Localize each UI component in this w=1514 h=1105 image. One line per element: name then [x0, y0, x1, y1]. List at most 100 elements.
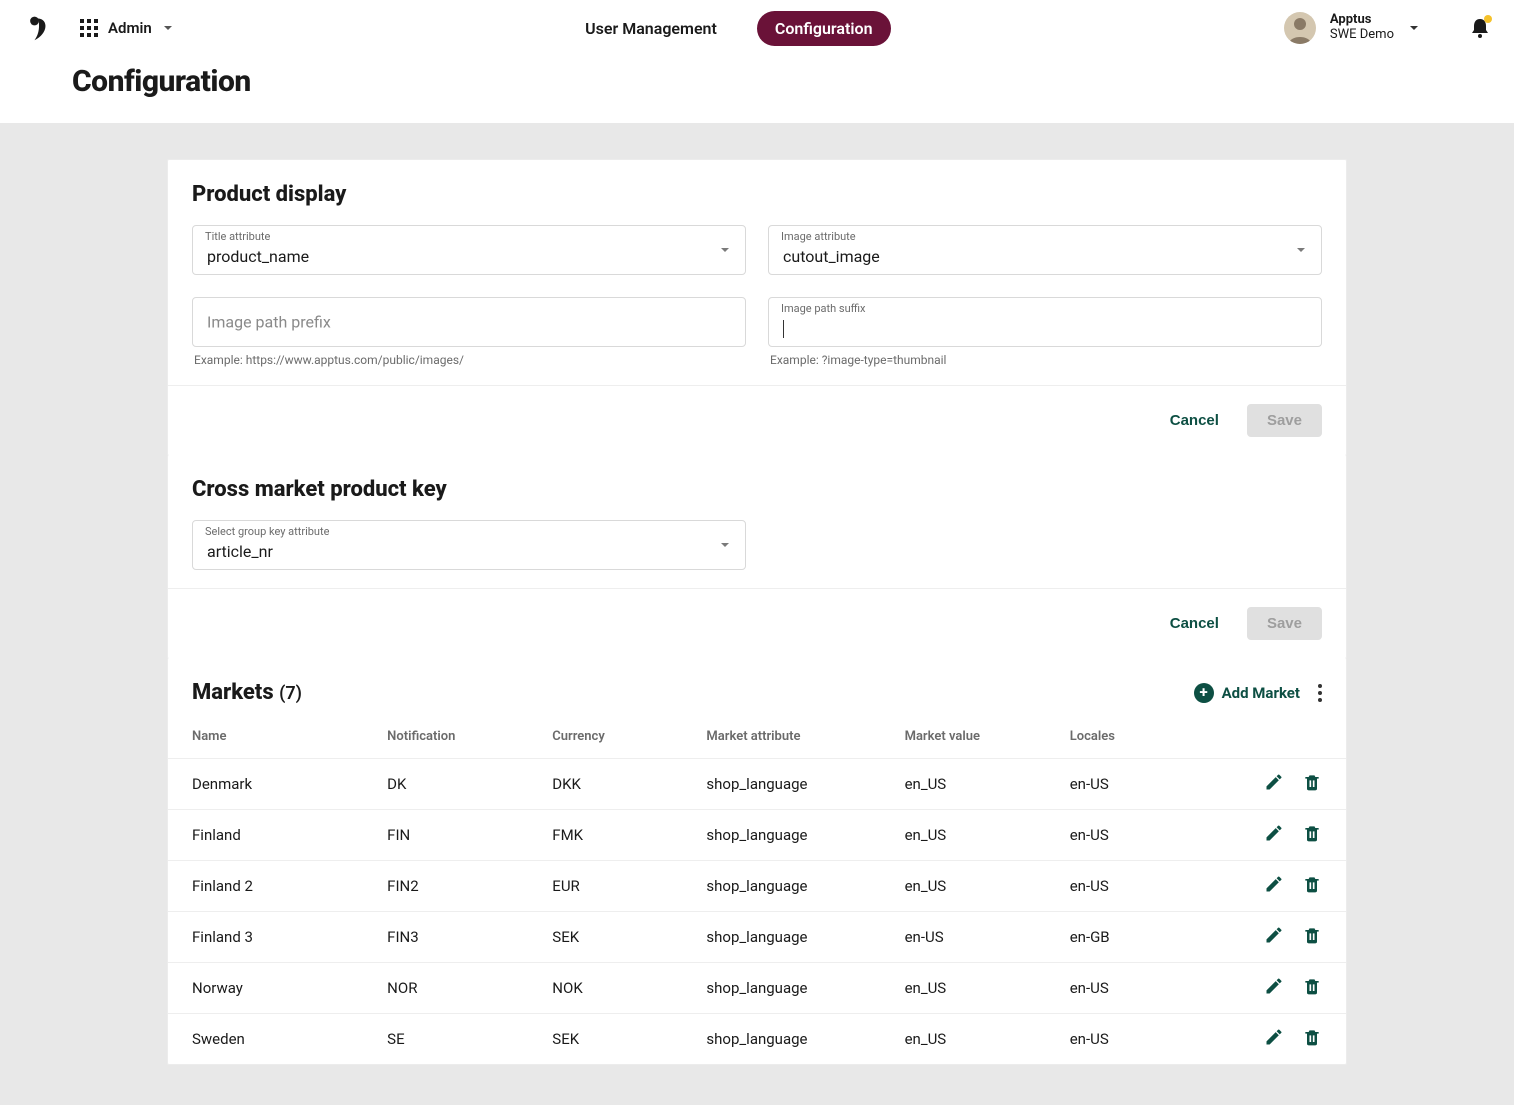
cell-market-attribute: shop_language — [696, 1014, 894, 1065]
cell-market-value: en_US — [895, 963, 1060, 1014]
app-switcher[interactable]: Admin — [80, 19, 174, 37]
more-options-button[interactable] — [1318, 684, 1322, 702]
delete-icon[interactable] — [1302, 772, 1322, 792]
page-title: Configuration — [72, 64, 1490, 99]
app-switcher-label: Admin — [108, 19, 152, 37]
image-path-suffix-input[interactable]: Image path suffix — [768, 297, 1322, 347]
cell-market-attribute: shop_language — [696, 861, 894, 912]
cell-market-attribute: shop_language — [696, 912, 894, 963]
delete-icon[interactable] — [1302, 823, 1322, 843]
avatar[interactable] — [1284, 12, 1316, 44]
table-row: DenmarkDKDKKshop_languageen_USen-US — [168, 759, 1346, 810]
field-value: article_nr — [207, 542, 273, 561]
nav-configuration[interactable]: Configuration — [757, 11, 891, 46]
th-locales[interactable]: Locales — [1060, 715, 1225, 759]
field-label: Image attribute — [781, 230, 856, 243]
cell-locales: en-GB — [1060, 912, 1225, 963]
user-env: SWE Demo — [1330, 28, 1394, 43]
apps-grid-icon — [80, 19, 98, 37]
table-row: SwedenSESEKshop_languageen_USen-US — [168, 1014, 1346, 1065]
markets-title: Markets (7) — [192, 680, 302, 705]
cross-market-title: Cross market product key — [192, 477, 1322, 502]
cancel-button[interactable]: Cancel — [1158, 404, 1231, 437]
chevron-down-icon[interactable] — [1408, 22, 1420, 34]
add-market-button[interactable]: + Add Market — [1194, 683, 1300, 703]
field-value: product_name — [207, 247, 309, 266]
cell-currency: SEK — [542, 1014, 696, 1065]
title-attribute-select[interactable]: Title attribute product_name — [192, 225, 746, 275]
edit-icon[interactable] — [1264, 976, 1284, 996]
chevron-down-icon — [162, 22, 174, 34]
field-label: Image path prefix — [207, 313, 331, 332]
brand-logo[interactable] — [24, 14, 52, 42]
th-market-attribute[interactable]: Market attribute — [696, 715, 894, 759]
chevron-down-icon — [719, 539, 731, 551]
plus-circle-icon: + — [1194, 683, 1214, 703]
table-row: NorwayNORNOKshop_languageen_USen-US — [168, 963, 1346, 1014]
cell-notification: FIN — [377, 810, 542, 861]
cell-name: Sweden — [168, 1014, 377, 1065]
cross-market-panel: Cross market product key Select group ke… — [167, 455, 1347, 659]
cell-currency: FMK — [542, 810, 696, 861]
table-row: Finland 2FIN2EURshop_languageen_USen-US — [168, 861, 1346, 912]
cell-locales: en-US — [1060, 861, 1225, 912]
cell-currency: DKK — [542, 759, 696, 810]
cell-market-value: en_US — [895, 861, 1060, 912]
cell-name: Norway — [168, 963, 377, 1014]
cell-market-value: en_US — [895, 810, 1060, 861]
cell-locales: en-US — [1060, 810, 1225, 861]
th-notification[interactable]: Notification — [377, 715, 542, 759]
field-label: Title attribute — [205, 230, 270, 243]
edit-icon[interactable] — [1264, 823, 1284, 843]
cell-market-attribute: shop_language — [696, 759, 894, 810]
delete-icon[interactable] — [1302, 925, 1322, 945]
cell-notification: NOR — [377, 963, 542, 1014]
user-menu[interactable]: Apptus SWE Demo — [1330, 13, 1394, 43]
notifications-button[interactable] — [1470, 17, 1490, 39]
image-path-prefix-input[interactable]: Image path prefix — [192, 297, 746, 347]
table-row: FinlandFINFMKshop_languageen_USen-US — [168, 810, 1346, 861]
cell-currency: NOK — [542, 963, 696, 1014]
product-display-panel: Product display Title attribute product_… — [167, 159, 1347, 456]
edit-icon[interactable] — [1264, 1027, 1284, 1047]
field-label: Select group key attribute — [205, 525, 329, 538]
cell-market-attribute: shop_language — [696, 810, 894, 861]
cell-locales: en-US — [1060, 759, 1225, 810]
cell-name: Finland 3 — [168, 912, 377, 963]
cell-notification: FIN2 — [377, 861, 542, 912]
edit-icon[interactable] — [1264, 874, 1284, 894]
cell-locales: en-US — [1060, 1014, 1225, 1065]
field-value: cutout_image — [783, 247, 880, 266]
th-currency[interactable]: Currency — [542, 715, 696, 759]
product-display-title: Product display — [192, 182, 1322, 207]
chevron-down-icon — [719, 244, 731, 256]
cell-locales: en-US — [1060, 963, 1225, 1014]
helper-text: Example: https://www.apptus.com/public/i… — [194, 353, 744, 367]
th-name[interactable]: Name — [168, 715, 377, 759]
main-nav: User Management Configuration — [174, 11, 1284, 46]
image-attribute-select[interactable]: Image attribute cutout_image — [768, 225, 1322, 275]
save-button[interactable]: Save — [1247, 404, 1322, 437]
save-button[interactable]: Save — [1247, 607, 1322, 640]
delete-icon[interactable] — [1302, 976, 1322, 996]
cell-notification: SE — [377, 1014, 542, 1065]
delete-icon[interactable] — [1302, 1027, 1322, 1047]
markets-table: Name Notification Currency Market attrib… — [168, 715, 1346, 1064]
markets-count: (7) — [279, 683, 302, 704]
field-label: Image path suffix — [781, 302, 866, 315]
nav-user-management[interactable]: User Management — [567, 11, 735, 46]
edit-icon[interactable] — [1264, 772, 1284, 792]
cell-currency: SEK — [542, 912, 696, 963]
th-market-value[interactable]: Market value — [895, 715, 1060, 759]
markets-panel: Markets (7) + Add Market Name Notificati… — [167, 658, 1347, 1065]
add-market-label: Add Market — [1222, 684, 1300, 702]
cancel-button[interactable]: Cancel — [1158, 607, 1231, 640]
group-key-select[interactable]: Select group key attribute article_nr — [192, 520, 746, 570]
cell-market-value: en_US — [895, 1014, 1060, 1065]
edit-icon[interactable] — [1264, 925, 1284, 945]
cell-market-value: en_US — [895, 759, 1060, 810]
cell-market-attribute: shop_language — [696, 963, 894, 1014]
delete-icon[interactable] — [1302, 874, 1322, 894]
user-org: Apptus — [1330, 13, 1394, 28]
topbar: Admin User Management Configuration Appt… — [0, 0, 1514, 56]
